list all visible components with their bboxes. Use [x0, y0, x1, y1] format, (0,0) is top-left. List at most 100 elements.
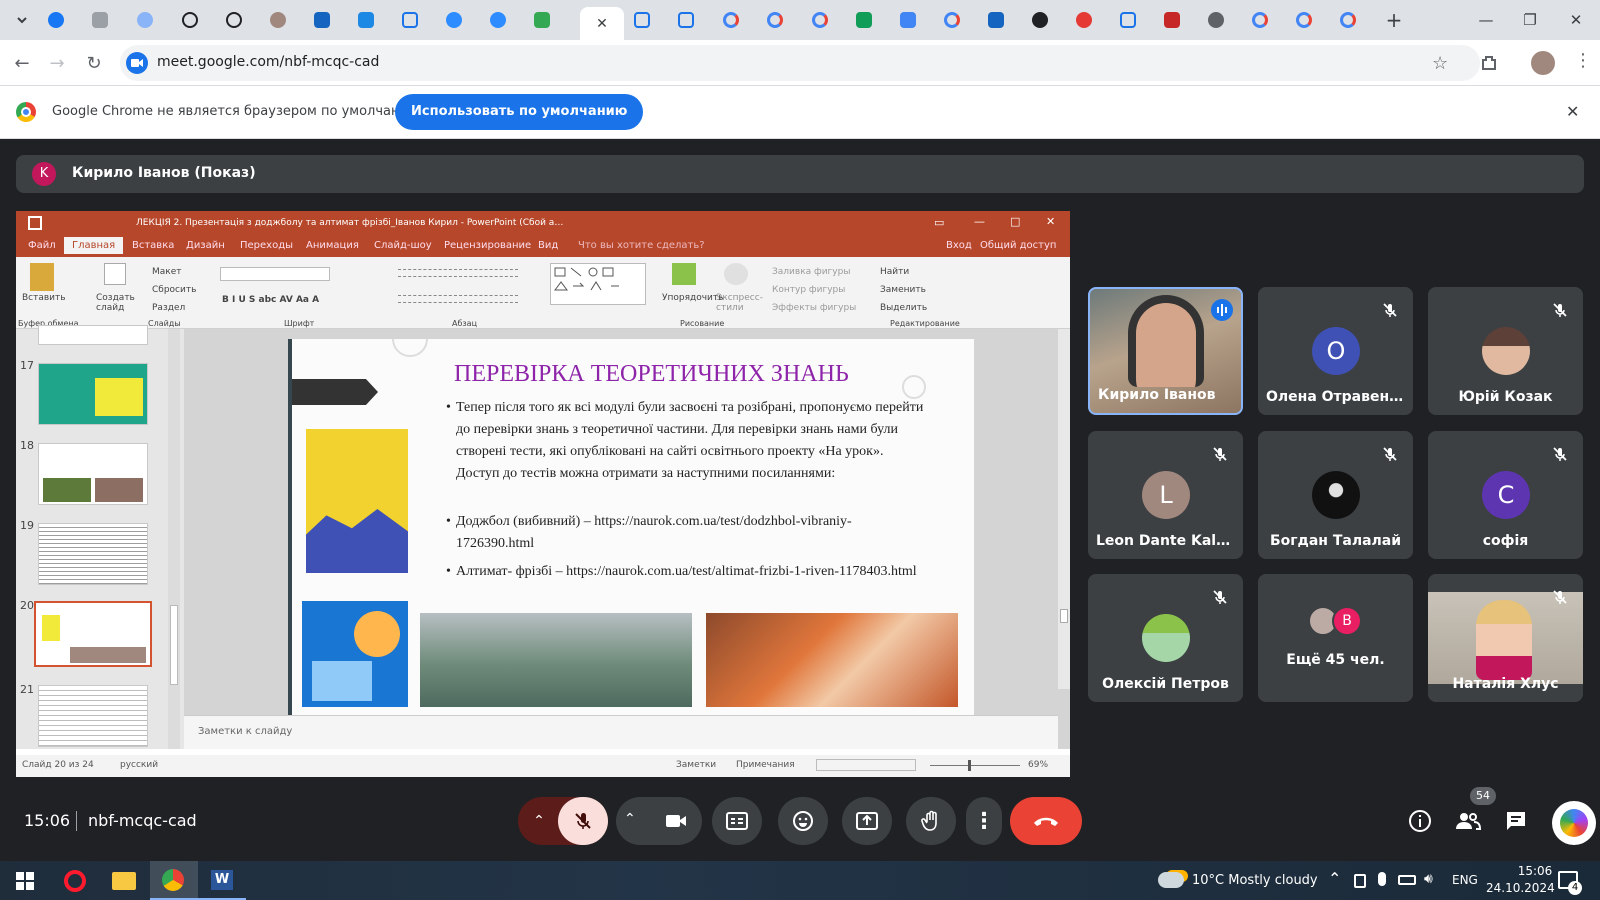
- menu-kebab-icon[interactable]: ⋮: [1574, 50, 1592, 71]
- view-buttons[interactable]: [816, 759, 916, 771]
- notes-pane[interactable]: Заметки к слайду: [184, 715, 1058, 749]
- extensions-icon[interactable]: [1478, 52, 1500, 74]
- arrange-icon[interactable]: [672, 263, 696, 285]
- tab-facebook[interactable]: [42, 7, 70, 33]
- camera-options-chevron-icon[interactable]: ⌃: [624, 811, 636, 827]
- ppt-minimize-button[interactable]: —: [974, 215, 985, 228]
- word-taskbar-button[interactable]: W: [198, 861, 246, 900]
- tab-zoom[interactable]: [440, 7, 468, 33]
- reset-label[interactable]: Сбросить: [152, 285, 196, 295]
- participant-tile-yurii[interactable]: Юрій Козак: [1428, 287, 1583, 415]
- reactions-button[interactable]: [778, 797, 828, 845]
- people-icon[interactable]: [1454, 809, 1482, 833]
- raise-hand-button[interactable]: [906, 797, 956, 845]
- url-text[interactable]: meet.google.com/nbf-mcqc-cad: [157, 54, 379, 70]
- infobar-close-icon[interactable]: ✕: [1566, 102, 1579, 121]
- language-indicator[interactable]: русский: [120, 760, 158, 770]
- tab-translate[interactable]: [894, 7, 922, 33]
- tab-site[interactable]: [1114, 7, 1142, 33]
- profile-avatar[interactable]: [1531, 51, 1555, 75]
- ppt-tab-view[interactable]: Вид: [538, 240, 558, 251]
- activities-button[interactable]: [1552, 801, 1596, 845]
- shape-outline[interactable]: Контур фигуры: [772, 285, 845, 295]
- shared-screen[interactable]: ЛЕКЦІЯ 2. Презентація з доджболу та алти…: [16, 211, 1070, 777]
- replace-button[interactable]: Заменить: [880, 285, 926, 295]
- tab-site[interactable]: [86, 7, 114, 33]
- tab-site[interactable]: [308, 7, 336, 33]
- tab-site[interactable]: [1070, 7, 1098, 33]
- font-format-icons[interactable]: B I U S abc AV Aa A: [222, 295, 319, 305]
- file-explorer-icon[interactable]: [112, 872, 136, 890]
- tab-chatgpt[interactable]: [220, 7, 248, 33]
- shape-fill[interactable]: Заливка фигуры: [772, 267, 850, 277]
- input-language[interactable]: ENG: [1452, 873, 1478, 887]
- chat-icon[interactable]: [1504, 809, 1528, 833]
- slide-thumbnail[interactable]: [38, 325, 148, 345]
- thumbnails-scrollbar[interactable]: [168, 329, 180, 749]
- paragraph-align-icons[interactable]: [398, 295, 518, 303]
- tab-google[interactable]: [1334, 7, 1362, 33]
- participant-tile-oleksii[interactable]: Олексій Петров: [1088, 574, 1243, 702]
- tab-site[interactable]: [1026, 7, 1054, 33]
- tab-zoom[interactable]: [484, 7, 512, 33]
- tab-site[interactable]: [264, 7, 292, 33]
- participant-tile-kyrylo[interactable]: Кирило Іванов: [1088, 287, 1243, 415]
- present-button[interactable]: [842, 797, 892, 845]
- tab-google[interactable]: [1290, 7, 1318, 33]
- paste-label[interactable]: Вставить: [22, 293, 66, 303]
- slide-thumbnail[interactable]: [38, 685, 148, 747]
- slide-thumbnail[interactable]: [38, 363, 148, 425]
- set-default-button[interactable]: Использовать по умолчанию: [395, 94, 644, 130]
- tab-search-icon[interactable]: [8, 7, 36, 33]
- tab-site[interactable]: [982, 7, 1010, 33]
- ppt-tab-home[interactable]: Главная: [64, 237, 124, 254]
- reload-button[interactable]: ↻: [83, 52, 105, 74]
- tab-chatgpt[interactable]: [176, 7, 204, 33]
- maximize-button[interactable]: ❐: [1520, 10, 1540, 30]
- tab-meet-active[interactable]: ✕: [580, 7, 624, 40]
- chrome-taskbar-button[interactable]: [150, 861, 198, 900]
- battery-icon[interactable]: [1398, 875, 1416, 885]
- volume-icon[interactable]: 🔊︎: [1424, 871, 1433, 887]
- quick-styles-icon[interactable]: [724, 263, 748, 285]
- layout-label[interactable]: Макет: [152, 267, 182, 277]
- meet-site-icon[interactable]: [126, 52, 148, 74]
- ppt-tell-me[interactable]: Что вы хотите сделать?: [578, 240, 705, 251]
- tab-google[interactable]: [806, 7, 834, 33]
- minimize-button[interactable]: —: [1476, 10, 1496, 30]
- ppt-tab-slideshow[interactable]: Слайд-шоу: [374, 240, 432, 251]
- ppt-tab-animation[interactable]: Анимация: [306, 240, 359, 251]
- tab-google[interactable]: [717, 7, 745, 33]
- save-icon[interactable]: [28, 216, 42, 230]
- new-slide-label[interactable]: Создать слайд: [96, 293, 136, 313]
- ppt-tab-design[interactable]: Дизайн: [186, 240, 225, 251]
- mic-toggle-button[interactable]: [558, 797, 608, 845]
- tab-google[interactable]: [938, 7, 966, 33]
- zoom-slider[interactable]: [930, 760, 1020, 771]
- find-button[interactable]: Найти: [880, 267, 909, 277]
- tab-site[interactable]: [131, 7, 159, 33]
- paste-icon[interactable]: [30, 263, 54, 291]
- tab-site[interactable]: [352, 7, 380, 33]
- meeting-info-icon[interactable]: [1408, 809, 1432, 833]
- tab-google[interactable]: [761, 7, 789, 33]
- select-button[interactable]: Выделить: [880, 303, 927, 313]
- quick-styles-label[interactable]: Экспресс-стили: [716, 293, 763, 313]
- windows-start-icon[interactable]: [16, 872, 34, 890]
- shapes-gallery[interactable]: [550, 263, 646, 305]
- ppt-tab-file[interactable]: Файл: [28, 240, 56, 251]
- slide-thumbnail-selected[interactable]: [34, 601, 152, 667]
- mic-options-chevron-icon[interactable]: ⌃: [518, 797, 560, 845]
- weather-icon[interactable]: [1158, 872, 1184, 888]
- more-options-button[interactable]: ⋮: [966, 797, 1002, 845]
- zoom-level[interactable]: 69%: [1028, 760, 1048, 770]
- tab-classroom[interactable]: [528, 7, 556, 33]
- tab-google[interactable]: [1246, 7, 1274, 33]
- section-label[interactable]: Раздел: [152, 303, 185, 313]
- leave-call-button[interactable]: [1010, 797, 1082, 845]
- new-slide-icon[interactable]: [104, 263, 126, 285]
- participant-tile-natalia[interactable]: Наталія Хлус: [1428, 574, 1583, 702]
- font-name-field[interactable]: [220, 267, 330, 281]
- participant-tile-leon[interactable]: L Leon Dante Kalaydzhyan: [1088, 431, 1243, 559]
- tab-site[interactable]: [850, 7, 878, 33]
